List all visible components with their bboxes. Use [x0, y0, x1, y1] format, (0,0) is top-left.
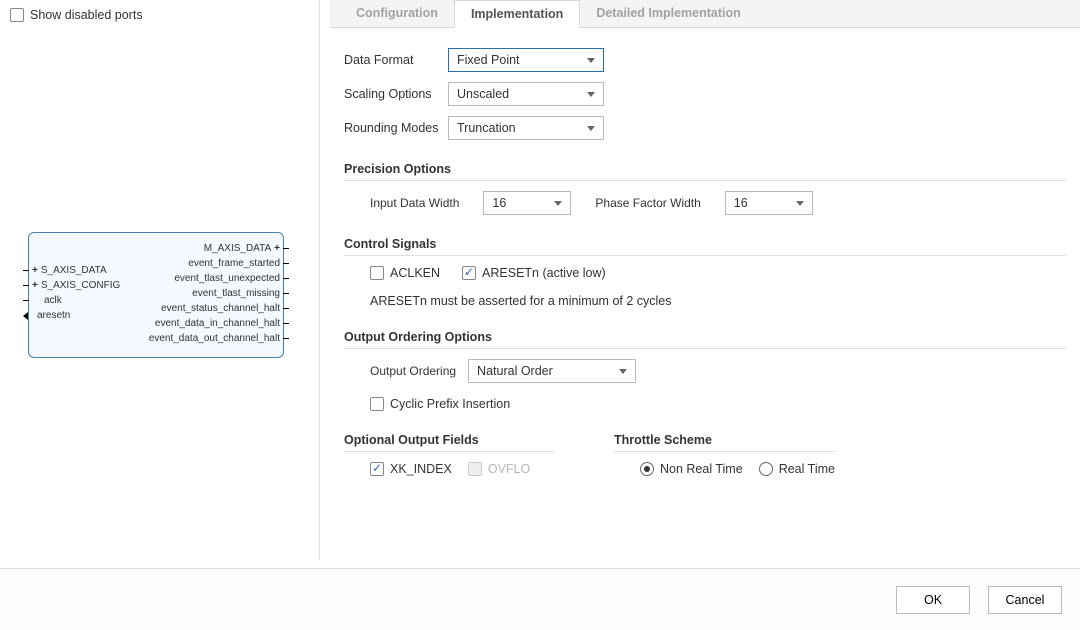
- phase-factor-width-label: Phase Factor Width: [595, 196, 700, 210]
- chevron-down-icon: [619, 369, 627, 374]
- control-signals-heading: Control Signals: [344, 237, 1066, 251]
- aresetn-note: ARESETn must be asserted for a minimum o…: [344, 294, 1066, 308]
- precision-options-heading: Precision Options: [344, 162, 1066, 176]
- left-panel: Show disabled ports +S_AXIS_DATA +S_AXIS…: [0, 0, 320, 560]
- show-disabled-ports-label: Show disabled ports: [30, 8, 143, 22]
- ovflo-checkbox: OVFLO: [468, 462, 530, 476]
- chevron-down-icon: [796, 201, 804, 206]
- optional-output-fields-heading: Optional Output Fields: [344, 433, 554, 447]
- ok-button[interactable]: OK: [896, 586, 970, 614]
- aclken-checkbox[interactable]: ACLKEN: [370, 266, 440, 280]
- xk-index-checkbox[interactable]: XK_INDEX: [370, 462, 452, 476]
- tab-implementation[interactable]: Implementation: [454, 0, 580, 28]
- show-disabled-ports-checkbox[interactable]: Show disabled ports: [10, 8, 309, 22]
- output-ordering-label: Output Ordering: [370, 364, 456, 378]
- chevron-down-icon: [587, 92, 595, 97]
- tab-detailed-implementation[interactable]: Detailed Implementation: [580, 0, 756, 27]
- ip-symbol: +S_AXIS_DATA +S_AXIS_CONFIG aclk aresetn…: [28, 232, 284, 358]
- output-ordering-select[interactable]: Natural Order: [468, 359, 636, 383]
- show-disabled-ports-box[interactable]: [10, 8, 24, 22]
- aresetn-checkbox[interactable]: ARESETn (active low): [462, 266, 606, 280]
- chevron-down-icon: [587, 58, 595, 63]
- output-ordering-heading: Output Ordering Options: [344, 330, 1066, 344]
- data-format-label: Data Format: [344, 53, 448, 67]
- rounding-modes-label: Rounding Modes: [344, 121, 448, 135]
- tab-bar: Configuration Implementation Detailed Im…: [330, 0, 1080, 28]
- dialog-footer: OK Cancel: [0, 568, 1080, 630]
- phase-factor-width-select[interactable]: 16: [725, 191, 813, 215]
- real-time-radio[interactable]: Real Time: [759, 462, 835, 476]
- ip-ports-right: M_AXIS_DATA+ event_frame_started event_t…: [149, 241, 277, 346]
- tab-configuration[interactable]: Configuration: [340, 0, 454, 27]
- rounding-modes-select[interactable]: Truncation: [448, 116, 604, 140]
- non-real-time-radio[interactable]: Non Real Time: [640, 462, 743, 476]
- input-data-width-label: Input Data Width: [370, 196, 459, 210]
- cancel-button[interactable]: Cancel: [988, 586, 1062, 614]
- throttle-scheme-heading: Throttle Scheme: [614, 433, 835, 447]
- cyclic-prefix-checkbox[interactable]: Cyclic Prefix Insertion: [370, 397, 1066, 411]
- right-panel: Configuration Implementation Detailed Im…: [330, 0, 1080, 560]
- chevron-down-icon: [587, 126, 595, 131]
- input-data-width-select[interactable]: 16: [483, 191, 571, 215]
- ip-ports-left: +S_AXIS_DATA +S_AXIS_CONFIG aclk aresetn: [35, 263, 120, 323]
- data-format-select[interactable]: Fixed Point: [448, 48, 604, 72]
- scaling-options-label: Scaling Options: [344, 87, 448, 101]
- chevron-down-icon: [554, 201, 562, 206]
- scaling-options-select[interactable]: Unscaled: [448, 82, 604, 106]
